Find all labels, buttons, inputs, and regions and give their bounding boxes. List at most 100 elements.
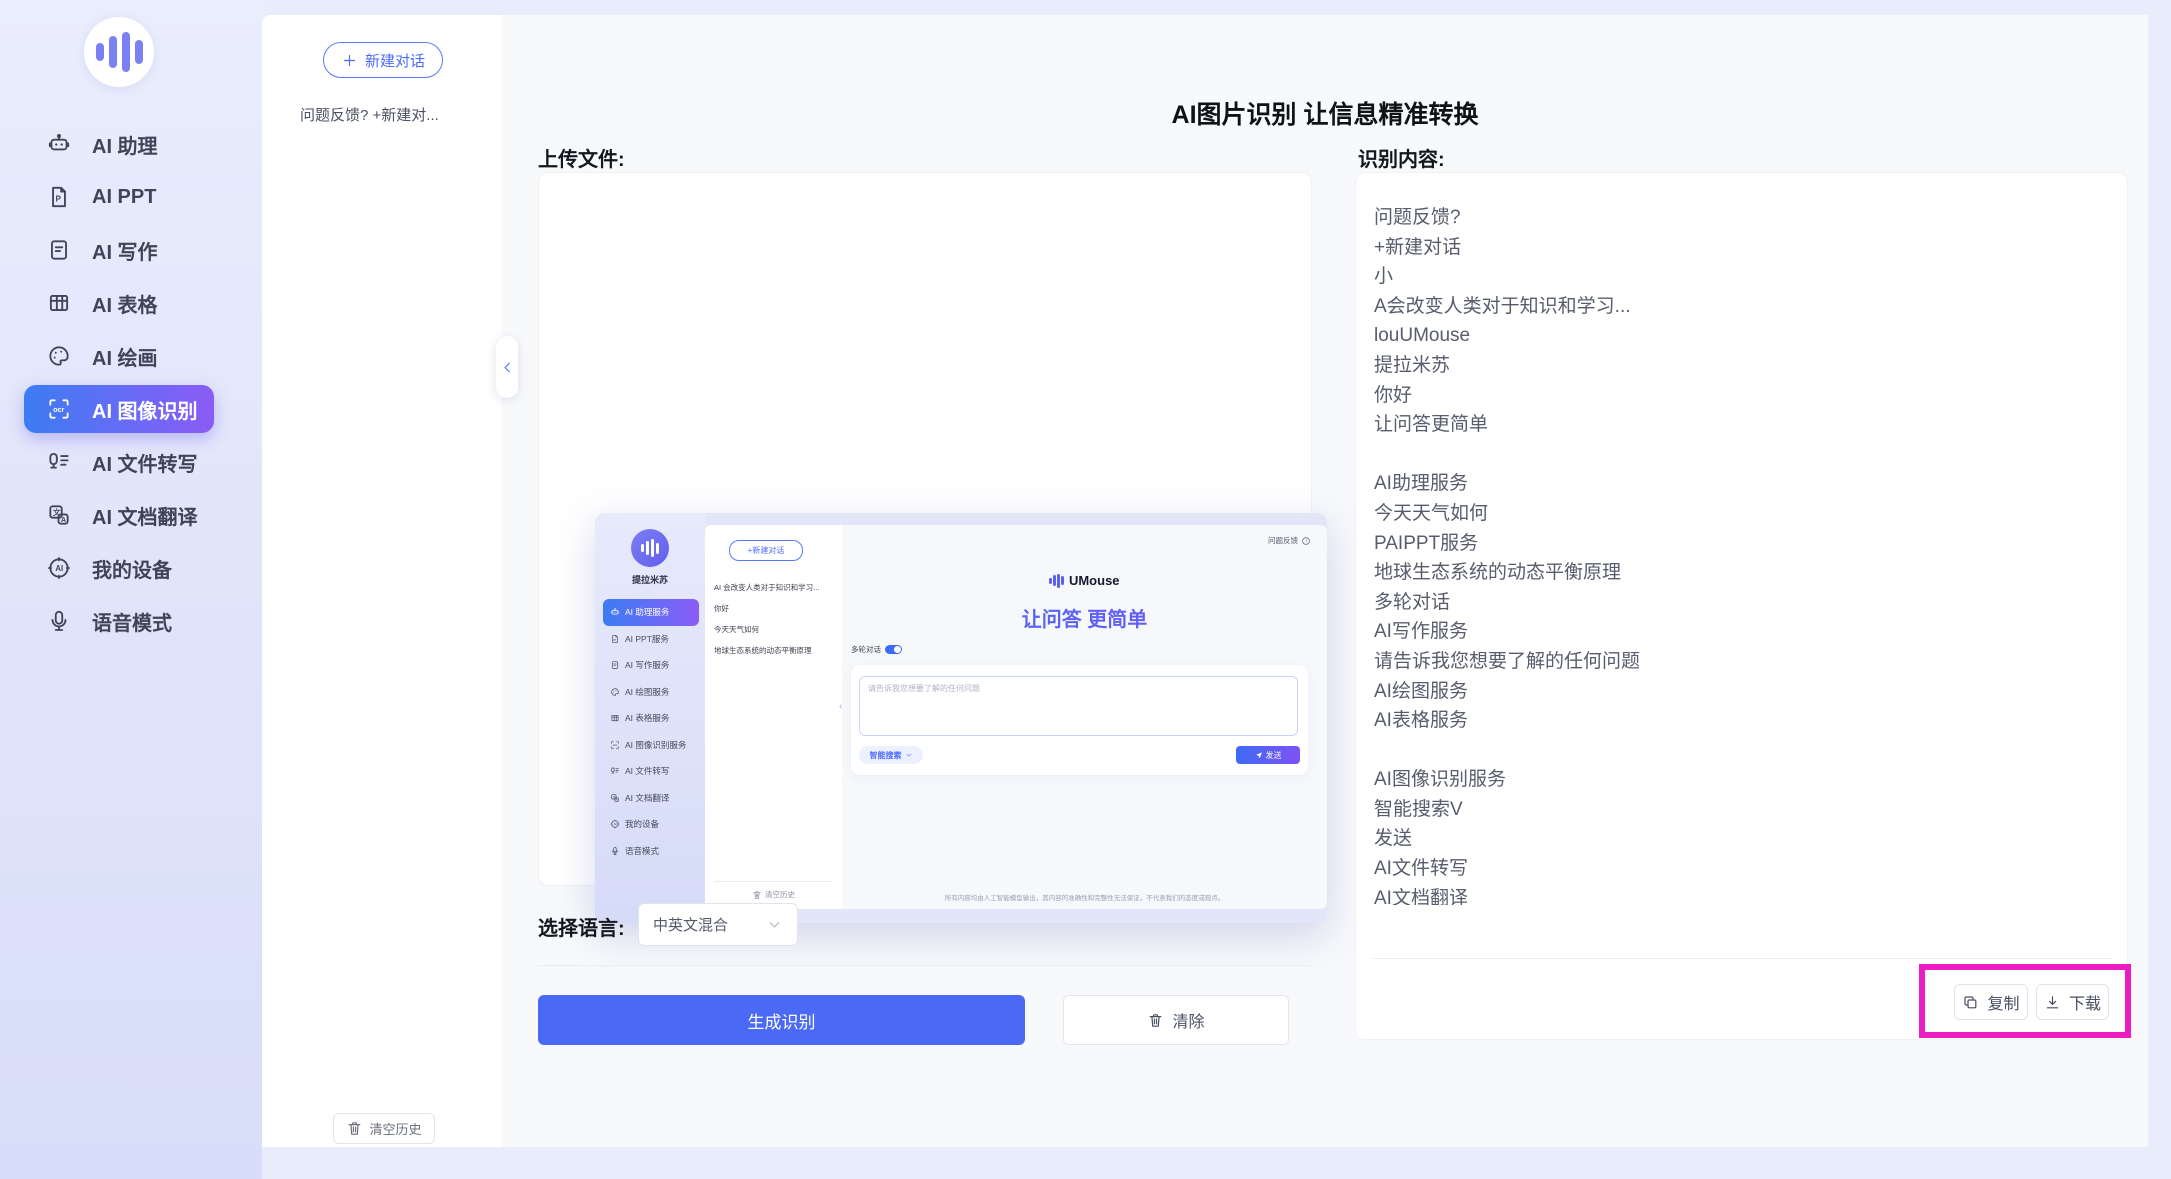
new-chat-button[interactable]: 新建对话 <box>323 42 443 78</box>
copy-button[interactable]: 复制 <box>1954 984 2028 1020</box>
toggle-on-icon <box>885 645 902 654</box>
sidebar-item-my-devices[interactable]: AI 我的设备 <box>24 544 214 592</box>
device-icon: AI <box>46 555 72 581</box>
preview-question-input: 请告诉我您想要了解的任何问题 <box>859 676 1298 736</box>
sidebar-item-ai-table[interactable]: AI 表格 <box>24 279 214 327</box>
table-icon <box>610 713 620 723</box>
preview-history-item: 地球生态系统的动态平衡原理 <box>714 640 836 661</box>
preview-menu-item: AI 表格服务 <box>603 705 699 732</box>
svg-text:文: 文 <box>613 794 616 799</box>
preview-menu-item: ocr AI 图像识别服务 <box>603 732 699 759</box>
preview-history-item: AI 会改变人类对于知识和学习... <box>714 577 836 598</box>
conversation-history-item[interactable]: 问题反馈? +新建对... <box>300 105 480 127</box>
robot-icon <box>610 607 620 617</box>
preview-clear-history-label: 清空历史 <box>765 889 795 900</box>
sidebar-item-ai-assistant[interactable]: AI 助理 <box>24 120 214 168</box>
recognized-line: PAIPPT服务 <box>1374 529 2094 559</box>
recognized-line: 发送 <box>1374 824 2094 854</box>
device-icon: AI <box>610 819 620 829</box>
recognized-line: AI文件转写 <box>1374 854 2094 884</box>
sidebar-item-label: AI 绘画 <box>92 342 158 371</box>
upload-dropzone[interactable]: 提拉米苏 AI 助理服务 P AI PPT服务 <box>538 172 1312 886</box>
divider <box>1373 958 2112 959</box>
file-p-icon: P <box>610 634 620 644</box>
copy-button-label: 复制 <box>1987 990 2019 1014</box>
preview-menu-item: AI 文件转写 <box>603 758 699 785</box>
recognition-section-label: 识别内容: <box>1358 143 1445 172</box>
language-select[interactable]: 中英文混合 <box>638 903 798 946</box>
preview-new-chat-button: +新建对话 <box>729 540 803 561</box>
svg-text:A: A <box>61 516 66 524</box>
preview-main-area: ‹ 问题反馈 ? UMouse 让问答 更简单 多轮对话 <box>842 525 1327 909</box>
generate-recognition-button[interactable]: 生成识别 <box>538 995 1025 1045</box>
preview-menu-label: 语音模式 <box>625 845 659 857</box>
preview-menu-item: P AI PPT服务 <box>603 626 699 653</box>
preview-menu-label: AI 文件转写 <box>625 765 669 777</box>
clear-button-label: 清除 <box>1172 1008 1204 1032</box>
divider <box>538 965 1312 966</box>
translate-icon: 文A <box>610 793 620 803</box>
recognized-line: AI图像识别服务 <box>1374 765 2094 795</box>
preview-history: AI 会改变人类对于知识和学习... 你好 今天天气如何 地球生态系统的动态平衡… <box>714 577 836 661</box>
transcribe-icon <box>610 766 620 776</box>
clear-button[interactable]: 清除 <box>1063 995 1289 1045</box>
preview-smart-search-button: 智能搜索 <box>859 746 923 764</box>
sidebar-item-ai-writing[interactable]: AI 写作 <box>24 226 214 274</box>
sidebar-item-label: AI 文档翻译 <box>92 501 198 530</box>
ocr-icon: ocr <box>610 740 620 750</box>
preview-username: 提拉米苏 <box>595 573 705 586</box>
preview-menu-item: AI 写作服务 <box>603 652 699 679</box>
sidebar-item-ai-transcription[interactable]: AI 文件转写 <box>24 438 214 486</box>
copy-icon <box>1962 994 1979 1011</box>
sidebar-item-voice-mode[interactable]: 语音模式 <box>24 597 214 645</box>
download-button[interactable]: 下载 <box>2036 984 2109 1020</box>
recognized-line: louUMouse <box>1374 321 2094 351</box>
recognized-line <box>1374 736 2094 766</box>
recognized-line: AI写作服务 <box>1374 617 2094 647</box>
doc-icon <box>610 660 620 670</box>
preview-menu-label: AI 表格服务 <box>625 712 669 724</box>
plus-icon <box>341 52 358 69</box>
trash-icon <box>346 1120 363 1137</box>
recognized-line: AI助理服务 <box>1374 469 2094 499</box>
sidebar-item-label: AI 助理 <box>92 130 158 159</box>
trash-icon <box>752 890 762 900</box>
recognized-line: AI文档翻译 <box>1374 884 2094 905</box>
sidebar-item-ai-ppt[interactable]: P AI PPT <box>24 173 214 221</box>
preview-menu-label: AI 图像识别服务 <box>625 739 686 751</box>
preview-brand: UMouse <box>842 573 1327 588</box>
svg-text:ocr: ocr <box>53 406 64 414</box>
palette-icon <box>610 687 620 697</box>
svg-text:AI: AI <box>55 564 63 573</box>
collapse-panel-handle[interactable] <box>496 336 518 398</box>
preview-input-card: 请告诉我您想要了解的任何问题 智能搜索 发送 <box>851 665 1308 775</box>
preview-multiturn-toggle-row: 多轮对话 <box>851 644 902 655</box>
svg-text:?: ? <box>1305 538 1308 543</box>
svg-text:AI: AI <box>614 822 617 826</box>
clear-history-label: 清空历史 <box>369 1119 421 1138</box>
preview-feedback-label: 问题反馈 <box>1268 535 1298 546</box>
divider <box>714 881 832 882</box>
main-content: AI图片识别 让信息精准转换 上传文件: 提拉米苏 AI 助理服务 <box>502 15 2148 1147</box>
download-icon <box>2044 994 2061 1011</box>
recognized-line: 问题反馈? <box>1374 203 2094 233</box>
sidebar-nav: AI 助理 P AI PPT AI 写作 AI 表格 <box>24 120 238 650</box>
recognized-line: AI表格服务 <box>1374 706 2094 736</box>
recognized-line: 智能搜索V <box>1374 795 2094 825</box>
sidebar-item-ai-image-recognition[interactable]: ocr AI 图像识别 <box>24 385 214 433</box>
preview-smart-search-label: 智能搜索 <box>870 750 902 761</box>
preview-slogan: 让问答 更简单 <box>842 603 1327 632</box>
preview-menu-label: AI 助理服务 <box>625 606 669 618</box>
recognized-line <box>1374 440 2094 470</box>
ocr-icon: ocr <box>46 396 72 422</box>
preview-input-placeholder: 请告诉我您想要了解的任何问题 <box>868 683 980 694</box>
preview-menu-item: 文A AI 文档翻译 <box>603 785 699 812</box>
preview-logo <box>631 529 669 567</box>
recognized-line: 多轮对话 <box>1374 588 2094 618</box>
preview-sidebar: 提拉米苏 AI 助理服务 P AI PPT服务 <box>595 513 705 923</box>
clear-history-button[interactable]: 清空历史 <box>333 1113 435 1144</box>
sidebar-item-ai-doc-translate[interactable]: 文A AI 文档翻译 <box>24 491 214 539</box>
sidebar-item-ai-drawing[interactable]: AI 绘画 <box>24 332 214 380</box>
preview-menu-label: AI 绘图服务 <box>625 686 669 698</box>
chevron-down-icon <box>766 916 783 933</box>
